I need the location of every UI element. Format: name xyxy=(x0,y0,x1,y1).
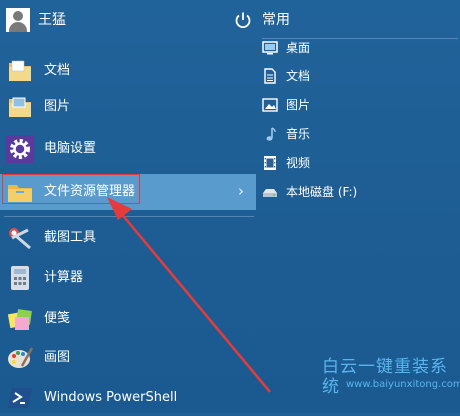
place-videos[interactable]: 视频 xyxy=(262,151,452,177)
user-name: 王猛 xyxy=(38,12,66,28)
folder-pictures-icon xyxy=(9,97,31,117)
menu-item-label: 便笺 xyxy=(44,311,71,326)
menu-item-label: 计算器 xyxy=(44,270,84,285)
scissors-icon xyxy=(9,228,31,250)
sticky-notes-icon xyxy=(7,309,32,330)
menu-item-paint[interactable]: 画图 xyxy=(0,340,256,376)
menu-item-label: 图片 xyxy=(44,99,71,114)
calculator-icon xyxy=(11,266,29,290)
submenu-chevron-icon[interactable]: › xyxy=(238,182,244,200)
user-avatar-icon xyxy=(6,8,30,32)
place-label: 文档 xyxy=(286,69,311,83)
video-icon xyxy=(264,156,276,170)
menu-item-label: Windows PowerShell xyxy=(44,390,178,405)
place-label: 图片 xyxy=(286,98,311,112)
menu-item-label: 画图 xyxy=(44,350,71,365)
paint-palette-icon xyxy=(8,347,34,368)
menu-item-label: 截图工具 xyxy=(44,230,97,245)
frequent-places-title: 常用 xyxy=(262,12,290,28)
watermark-url: www.baiyunxitong.com xyxy=(346,379,460,390)
powershell-icon xyxy=(8,388,32,408)
divider xyxy=(4,216,254,217)
menu-item-documents[interactable]: 文档 xyxy=(0,53,256,89)
place-pictures[interactable]: 图片 xyxy=(262,93,452,119)
picture-icon xyxy=(262,98,278,112)
menu-item-label: 电脑设置 xyxy=(44,141,97,156)
gear-icon xyxy=(6,135,34,163)
place-label: 视频 xyxy=(286,156,311,170)
place-desktop[interactable]: 桌面 xyxy=(262,36,452,62)
menu-item-pc-settings[interactable]: 电脑设置 xyxy=(0,131,256,167)
desktop-icon xyxy=(262,41,278,55)
music-icon xyxy=(266,127,276,141)
disk-icon xyxy=(263,189,277,197)
place-label: 本地磁盘 (F:) xyxy=(286,185,358,199)
menu-item-file-explorer[interactable]: 文件资源管理器 › xyxy=(0,174,256,210)
start-menu: 王猛 文档 图片 电脑设置 文件资源管理器 › 截图工具 计算器 便笺 画图 W… xyxy=(0,0,460,413)
document-icon xyxy=(264,68,276,84)
place-documents[interactable]: 文档 xyxy=(262,64,452,90)
menu-item-calculator[interactable]: 计算器 xyxy=(0,260,256,296)
user-account-row[interactable]: 王猛 xyxy=(0,0,256,40)
place-local-disk-f[interactable]: 本地磁盘 (F:) xyxy=(262,180,452,206)
watermark-title: 白云一键重装系统 xyxy=(322,357,448,397)
place-label: 桌面 xyxy=(286,41,311,55)
place-music[interactable]: 音乐 xyxy=(262,122,452,148)
menu-item-snipping-tool[interactable]: 截图工具 xyxy=(0,220,256,256)
menu-item-label: 文档 xyxy=(44,63,71,78)
annotation-box xyxy=(2,174,140,204)
menu-item-pictures[interactable]: 图片 xyxy=(0,89,256,125)
place-label: 音乐 xyxy=(286,127,311,141)
power-icon[interactable] xyxy=(234,11,252,29)
menu-item-powershell[interactable]: Windows PowerShell xyxy=(0,380,256,416)
menu-item-sticky-notes[interactable]: 便笺 xyxy=(0,301,256,337)
folder-docs-icon xyxy=(9,60,31,81)
